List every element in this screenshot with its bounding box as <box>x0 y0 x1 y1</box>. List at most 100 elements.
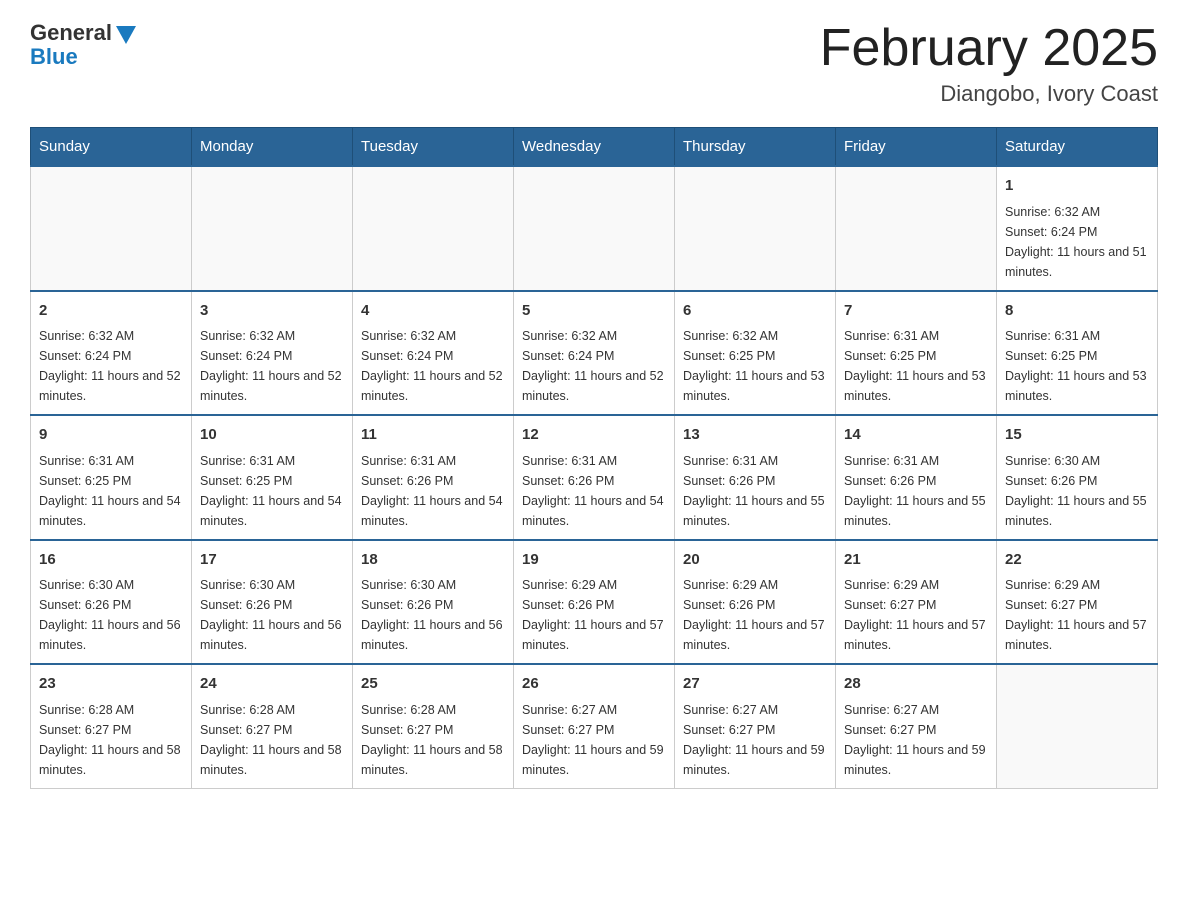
calendar-cell: 10Sunrise: 6:31 AMSunset: 6:25 PMDayligh… <box>192 415 353 540</box>
calendar-cell: 14 Sunrise: 6:31 AMSunset: 6:26 PMDayligh… <box>836 415 997 540</box>
day-info: Sunrise: 6:27 AMSunset: 6:27 PMDaylight:… <box>522 700 666 780</box>
day-info: Sunrise: 6:31 AMSunset: 6:25 PMDaylight:… <box>844 326 988 406</box>
calendar-cell: 17 Sunrise: 6:30 AMSunset: 6:26 PMDayligh… <box>192 540 353 665</box>
day-info: Sunrise: 6:30 AMSunset: 6:26 PMDaylight:… <box>39 575 183 655</box>
calendar-cell <box>836 166 997 291</box>
calendar-cell: 8Sunrise: 6:31 AMSunset: 6:25 PMDaylight… <box>997 291 1158 416</box>
calendar-cell <box>675 166 836 291</box>
weekday-header-saturday: Saturday <box>997 128 1158 167</box>
calendar-cell: 24 Sunrise: 6:28 AMSunset: 6:27 PMDayligh… <box>192 664 353 788</box>
calendar-cell <box>353 166 514 291</box>
calendar-cell: 27Sunrise: 6:27 AMSunset: 6:27 PMDayligh… <box>675 664 836 788</box>
day-info: Sunrise: 6:32 AMSunset: 6:24 PMDaylight:… <box>361 326 505 406</box>
day-number: 9 <box>39 424 183 447</box>
day-info: Sunrise: 6:32 AMSunset: 6:24 PMDaylight:… <box>1005 202 1149 282</box>
day-info: Sunrise: 6:29 AMSunset: 6:26 PMDaylight:… <box>683 575 827 655</box>
location-title: Diangobo, Ivory Coast <box>820 81 1158 107</box>
page-header: General Blue February 2025 Diangobo, Ivo… <box>30 20 1158 107</box>
weekday-header-wednesday: Wednesday <box>514 128 675 167</box>
calendar-header: SundayMondayTuesdayWednesdayThursdayFrid… <box>31 128 1158 167</box>
calendar-cell: 1 Sunrise: 6:32 AMSunset: 6:24 PMDaylight… <box>997 166 1158 291</box>
calendar-week-2: 2 Sunrise: 6:32 AMSunset: 6:24 PMDaylight… <box>31 291 1158 416</box>
day-number: 11 <box>361 424 505 447</box>
calendar-cell: 21 Sunrise: 6:29 AMSunset: 6:27 PMDayligh… <box>836 540 997 665</box>
day-info: Sunrise: 6:30 AMSunset: 6:26 PMDaylight:… <box>361 575 505 655</box>
day-number: 3 <box>200 300 344 323</box>
month-title: February 2025 <box>820 20 1158 77</box>
day-info: Sunrise: 6:31 AMSunset: 6:25 PMDaylight:… <box>39 451 183 531</box>
day-number: 5 <box>522 300 666 323</box>
day-info: Sunrise: 6:27 AMSunset: 6:27 PMDaylight:… <box>844 700 988 780</box>
day-number: 20 <box>683 549 827 572</box>
calendar-cell: 28 Sunrise: 6:27 AMSunset: 6:27 PMDayligh… <box>836 664 997 788</box>
day-number: 1 <box>1005 175 1149 198</box>
calendar-cell: 11 Sunrise: 6:31 AMSunset: 6:26 PMDayligh… <box>353 415 514 540</box>
calendar-week-1: 1 Sunrise: 6:32 AMSunset: 6:24 PMDaylight… <box>31 166 1158 291</box>
calendar-cell: 23 Sunrise: 6:28 AMSunset: 6:27 PMDayligh… <box>31 664 192 788</box>
day-info: Sunrise: 6:31 AMSunset: 6:26 PMDaylight:… <box>683 451 827 531</box>
day-number: 21 <box>844 549 988 572</box>
day-number: 18 <box>361 549 505 572</box>
weekday-header-monday: Monday <box>192 128 353 167</box>
calendar-body: 1 Sunrise: 6:32 AMSunset: 6:24 PMDaylight… <box>31 166 1158 788</box>
calendar-cell <box>997 664 1158 788</box>
day-info: Sunrise: 6:32 AMSunset: 6:24 PMDaylight:… <box>200 326 344 406</box>
calendar-cell: 15Sunrise: 6:30 AMSunset: 6:26 PMDayligh… <box>997 415 1158 540</box>
day-info: Sunrise: 6:29 AMSunset: 6:27 PMDaylight:… <box>844 575 988 655</box>
calendar-cell: 3 Sunrise: 6:32 AMSunset: 6:24 PMDaylight… <box>192 291 353 416</box>
logo: General Blue <box>30 20 136 70</box>
title-block: February 2025 Diangobo, Ivory Coast <box>820 20 1158 107</box>
weekday-header-row: SundayMondayTuesdayWednesdayThursdayFrid… <box>31 128 1158 167</box>
day-number: 26 <box>522 673 666 696</box>
day-number: 4 <box>361 300 505 323</box>
day-info: Sunrise: 6:31 AMSunset: 6:25 PMDaylight:… <box>200 451 344 531</box>
day-info: Sunrise: 6:30 AMSunset: 6:26 PMDaylight:… <box>200 575 344 655</box>
day-number: 16 <box>39 549 183 572</box>
calendar-cell <box>192 166 353 291</box>
day-number: 28 <box>844 673 988 696</box>
calendar-cell: 4 Sunrise: 6:32 AMSunset: 6:24 PMDaylight… <box>353 291 514 416</box>
day-number: 15 <box>1005 424 1149 447</box>
calendar-cell: 26 Sunrise: 6:27 AMSunset: 6:27 PMDayligh… <box>514 664 675 788</box>
calendar-cell: 25 Sunrise: 6:28 AMSunset: 6:27 PMDayligh… <box>353 664 514 788</box>
calendar-cell: 9 Sunrise: 6:31 AMSunset: 6:25 PMDaylight… <box>31 415 192 540</box>
calendar-cell: 18 Sunrise: 6:30 AMSunset: 6:26 PMDayligh… <box>353 540 514 665</box>
calendar-cell: 7 Sunrise: 6:31 AMSunset: 6:25 PMDaylight… <box>836 291 997 416</box>
day-info: Sunrise: 6:29 AMSunset: 6:26 PMDaylight:… <box>522 575 666 655</box>
day-info: Sunrise: 6:28 AMSunset: 6:27 PMDaylight:… <box>361 700 505 780</box>
calendar-cell: 12Sunrise: 6:31 AMSunset: 6:26 PMDayligh… <box>514 415 675 540</box>
calendar-week-4: 16 Sunrise: 6:30 AMSunset: 6:26 PMDayligh… <box>31 540 1158 665</box>
day-info: Sunrise: 6:31 AMSunset: 6:26 PMDaylight:… <box>361 451 505 531</box>
day-info: Sunrise: 6:28 AMSunset: 6:27 PMDaylight:… <box>39 700 183 780</box>
day-number: 23 <box>39 673 183 696</box>
weekday-header-thursday: Thursday <box>675 128 836 167</box>
day-number: 27 <box>683 673 827 696</box>
day-number: 14 <box>844 424 988 447</box>
day-number: 17 <box>200 549 344 572</box>
calendar-cell: 20 Sunrise: 6:29 AMSunset: 6:26 PMDayligh… <box>675 540 836 665</box>
calendar-cell: 16 Sunrise: 6:30 AMSunset: 6:26 PMDayligh… <box>31 540 192 665</box>
calendar-cell: 6 Sunrise: 6:32 AMSunset: 6:25 PMDaylight… <box>675 291 836 416</box>
calendar-cell: 2 Sunrise: 6:32 AMSunset: 6:24 PMDaylight… <box>31 291 192 416</box>
day-number: 24 <box>200 673 344 696</box>
day-info: Sunrise: 6:28 AMSunset: 6:27 PMDaylight:… <box>200 700 344 780</box>
weekday-header-friday: Friday <box>836 128 997 167</box>
day-number: 25 <box>361 673 505 696</box>
day-info: Sunrise: 6:31 AMSunset: 6:26 PMDaylight:… <box>844 451 988 531</box>
day-number: 19 <box>522 549 666 572</box>
weekday-header-sunday: Sunday <box>31 128 192 167</box>
day-info: Sunrise: 6:32 AMSunset: 6:24 PMDaylight:… <box>39 326 183 406</box>
day-number: 2 <box>39 300 183 323</box>
day-number: 6 <box>683 300 827 323</box>
day-number: 22 <box>1005 549 1149 572</box>
calendar-cell: 5 Sunrise: 6:32 AMSunset: 6:24 PMDaylight… <box>514 291 675 416</box>
weekday-header-tuesday: Tuesday <box>353 128 514 167</box>
day-number: 8 <box>1005 300 1149 323</box>
day-number: 12 <box>522 424 666 447</box>
day-number: 13 <box>683 424 827 447</box>
day-info: Sunrise: 6:29 AMSunset: 6:27 PMDaylight:… <box>1005 575 1149 655</box>
day-number: 7 <box>844 300 988 323</box>
day-info: Sunrise: 6:32 AMSunset: 6:24 PMDaylight:… <box>522 326 666 406</box>
day-info: Sunrise: 6:32 AMSunset: 6:25 PMDaylight:… <box>683 326 827 406</box>
calendar-week-5: 23 Sunrise: 6:28 AMSunset: 6:27 PMDayligh… <box>31 664 1158 788</box>
